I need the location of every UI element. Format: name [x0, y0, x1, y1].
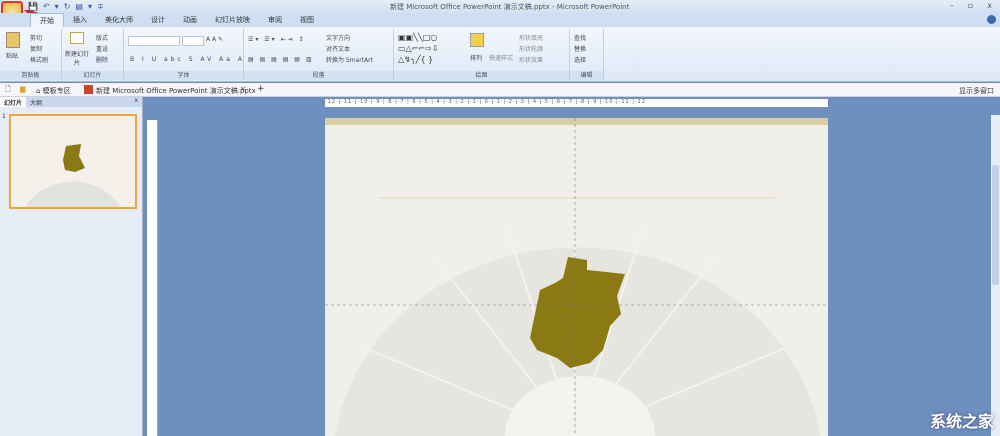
shape-fill-button[interactable]: 形状填充 [519, 33, 543, 42]
shape-outline-button[interactable]: 形状轮廓 [519, 44, 543, 53]
copy-button[interactable]: 复制 [30, 44, 42, 53]
font-group: A A ✎ B I U abc S AV Aa A 字体 [124, 29, 244, 80]
delete-button[interactable]: 删除 [96, 55, 108, 64]
group-label: 编辑 [570, 71, 603, 80]
tab-view[interactable]: 视图 [291, 13, 323, 27]
select-button[interactable]: 选择 [574, 55, 586, 64]
folder-icon[interactable]: ▆ [20, 85, 25, 93]
tab-slideshow[interactable]: 幻灯片放映 [206, 13, 259, 27]
restore-button[interactable]: ▫ [968, 1, 973, 10]
layout-button[interactable]: 版式 [96, 33, 108, 42]
slide-canvas[interactable] [325, 118, 828, 436]
font-size-buttons[interactable]: A A ✎ [206, 36, 223, 43]
add-tab-button[interactable]: + [257, 84, 265, 94]
vertical-scrollbar[interactable] [991, 115, 1000, 436]
watermark-logo: 系统之家 [929, 412, 994, 431]
redo-icon[interactable]: ↻ [64, 2, 71, 11]
quick-styles-button[interactable]: 快速样式 [489, 53, 513, 62]
ribbon-tabs: 开始 插入 美化大师 设计 动画 幻灯片放映 审阅 视图 [0, 13, 1000, 27]
slide-number: 1 [2, 113, 6, 120]
templates-label: 模板专区 [42, 87, 71, 95]
slides-group: 新建幻灯片 版式 重设 删除 幻灯片 [62, 29, 124, 80]
close-tab-button[interactable]: × [240, 85, 246, 93]
dropdown-icon[interactable]: ▾ [88, 2, 92, 11]
new-slide-icon [70, 32, 84, 44]
arrange-icon [470, 33, 484, 47]
group-label: 绘图 [394, 71, 569, 80]
tab-document[interactable]: 新建 Microsoft Office PowerPoint 演示文稿.pptx [96, 86, 256, 96]
multi-window-button[interactable]: 显示多窗口 [959, 86, 994, 96]
font-name-select[interactable] [128, 36, 180, 46]
new-slide-button[interactable]: 新建幻灯片 [64, 49, 90, 67]
reset-button[interactable]: 重设 [96, 44, 108, 53]
find-button[interactable]: 查找 [574, 33, 586, 42]
vertical-ruler [147, 120, 158, 436]
slide-thumbnail[interactable] [9, 114, 137, 209]
tab-templates[interactable]: ⌂ 模板专区 [36, 86, 71, 96]
shape-effects-button[interactable]: 形状效果 [519, 55, 543, 64]
tab-slides[interactable]: 幻灯片 [0, 97, 27, 107]
save-icon[interactable]: 💾 [28, 2, 38, 11]
cut-button[interactable]: 剪切 [30, 33, 42, 42]
new-file-icon[interactable]: 🗋 [5, 85, 11, 96]
shapes-gallery[interactable]: ▣▣╲╲□○ ▭△⌐⌐⇨⇩ △↯╮╱{ } [398, 32, 439, 65]
paragraph-group: ☰▾ ☰▾ ⇤⇥ ↕ ▤ ▤ ▤ ▤ ▤ ▥ 文字方向 对齐文本 转换为 Sma… [244, 29, 394, 80]
align-buttons[interactable]: ▤ ▤ ▤ ▤ ▤ ▥ [248, 56, 314, 63]
tab-home[interactable]: 开始 [30, 13, 64, 27]
list-buttons[interactable]: ☰▾ ☰▾ ⇤⇥ ↕ [248, 36, 306, 43]
smartart-button[interactable]: 转换为 SmartArt [326, 55, 373, 64]
tab-insert[interactable]: 插入 [64, 13, 96, 27]
undo-icon[interactable]: ↶ [43, 2, 50, 11]
text-direction-button[interactable]: 文字方向 [326, 33, 350, 42]
replace-button[interactable]: 替换 [574, 44, 586, 53]
close-panel-button[interactable]: x [134, 97, 142, 107]
group-label: 剪贴板 [0, 71, 61, 80]
font-format-buttons[interactable]: B I U abc S AV Aa A [130, 56, 245, 63]
slide-artwork [325, 118, 828, 436]
align-text-button[interactable]: 对齐文本 [326, 44, 350, 53]
ppt-icon [84, 85, 93, 94]
document-tabs: 🗋 ▆ ⌂ 模板专区 新建 Microsoft Office PowerPoin… [0, 83, 1000, 97]
tab-beautify[interactable]: 美化大师 [96, 13, 142, 27]
drawing-group: ▣▣╲╲□○ ▭△⌐⌐⇨⇩ △↯╮╱{ } 排列 快速样式 形状填充 形状轮廓 … [394, 29, 570, 80]
group-label: 幻灯片 [62, 71, 123, 80]
editing-group: 查找 替换 选择 编辑 [570, 29, 604, 80]
customize-icon[interactable]: ∓ [97, 2, 104, 11]
ribbon: 粘贴 剪切 复制 格式刷 剪贴板 新建幻灯片 版式 重设 删除 幻灯片 A A … [0, 27, 1000, 82]
quick-access-toolbar: 💾 ↶ ▾ ↻ ▤ ▾ ∓ [28, 2, 104, 11]
paste-icon [6, 32, 20, 48]
panel-tabs: 幻灯片 大纲 x [0, 97, 142, 107]
tab-review[interactable]: 审阅 [259, 13, 291, 27]
clipboard-group: 粘贴 剪切 复制 格式刷 剪贴板 [0, 29, 62, 80]
group-label: 段落 [244, 71, 393, 80]
paste-button[interactable]: 粘贴 [6, 51, 18, 60]
tab-outline[interactable]: 大纲 [26, 97, 46, 107]
dropdown-icon[interactable]: ▾ [55, 2, 59, 11]
minimize-button[interactable]: – [950, 1, 954, 10]
slides-panel: 幻灯片 大纲 x 1 [0, 97, 143, 436]
font-size-select[interactable] [182, 36, 204, 46]
help-icon[interactable] [987, 15, 996, 24]
tab-animation[interactable]: 动画 [174, 13, 206, 27]
window-title: 新建 Microsoft Office PowerPoint 演示文稿.pptx… [390, 3, 630, 11]
window-controls: – ▫ x [950, 1, 992, 10]
arrange-button[interactable]: 排列 [470, 53, 482, 62]
horizontal-ruler: ·12·|·11·|·10·|·9·|·8·|·7·|·6·|·5·|·4·|·… [325, 99, 828, 107]
tab-design[interactable]: 设计 [142, 13, 174, 27]
view-icon[interactable]: ▤ [75, 2, 83, 11]
group-label: 字体 [124, 71, 243, 80]
format-painter-button[interactable]: 格式刷 [30, 55, 48, 64]
close-button[interactable]: x [987, 1, 992, 10]
